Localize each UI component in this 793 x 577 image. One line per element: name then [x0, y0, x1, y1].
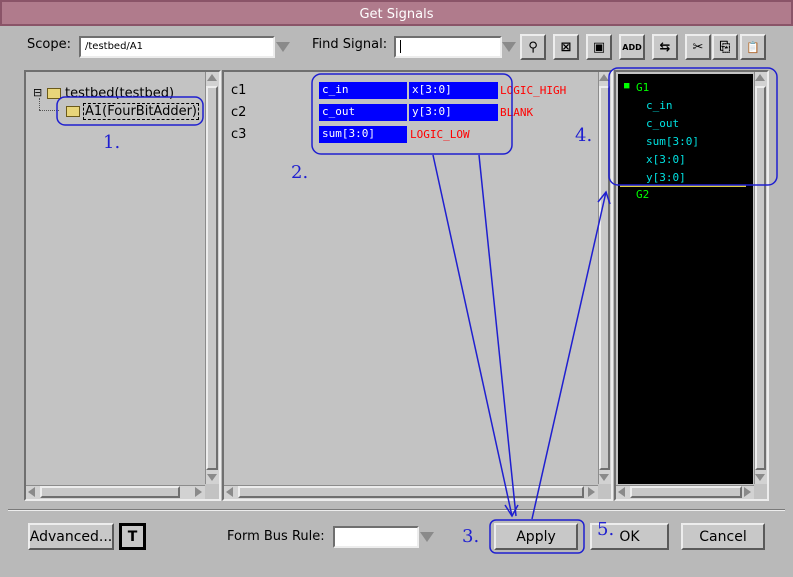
annotation-label-4: 4.	[575, 125, 593, 146]
annotation-arrow-3-4	[531, 191, 607, 520]
annotation-arrow-2-3a	[432, 154, 513, 517]
annotation-box-3	[489, 519, 585, 554]
annotation-label-1: 1.	[103, 132, 121, 153]
annotation-label-5: 5.	[597, 519, 615, 540]
annotation-label-2: 2.	[291, 162, 309, 183]
annotation-box-2	[311, 73, 513, 155]
annotation-arrow-2-3b	[478, 154, 517, 517]
annotation-box-4	[608, 67, 778, 186]
annotation-box-1	[56, 96, 204, 126]
annotation-overlay	[56, 67, 778, 554]
annotation-label-3: 3.	[462, 526, 480, 547]
